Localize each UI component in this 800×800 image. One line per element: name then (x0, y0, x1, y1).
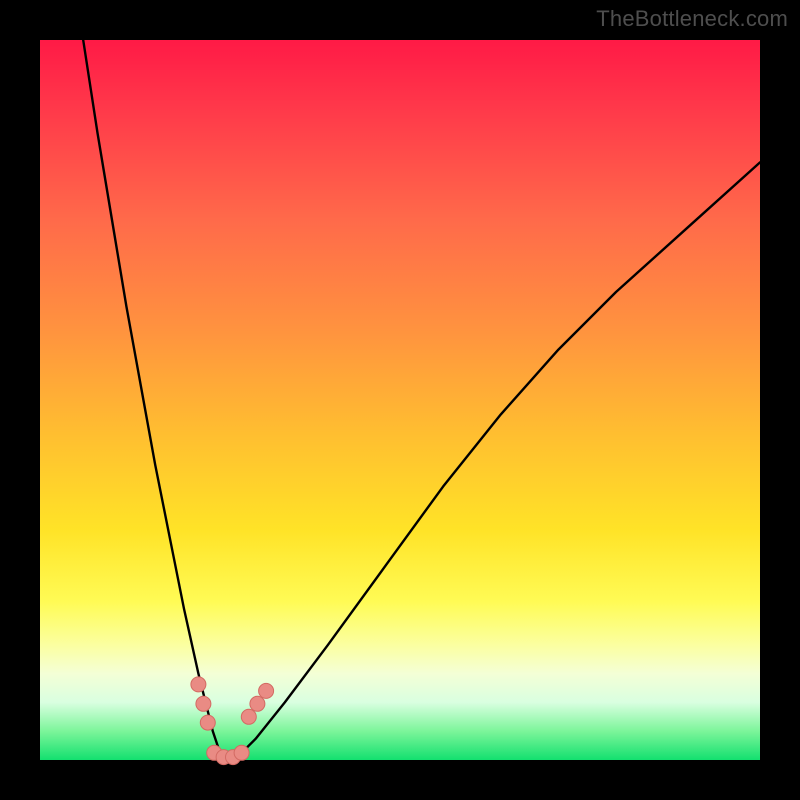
marker-dot (191, 677, 206, 692)
watermark-text: TheBottleneck.com (596, 6, 788, 32)
marker-dot (200, 715, 215, 730)
curve-markers (191, 677, 274, 765)
bottleneck-curve (83, 40, 760, 760)
marker-dot (250, 696, 265, 711)
plot-area (40, 40, 760, 760)
curve-layer (40, 40, 760, 760)
chart-frame: TheBottleneck.com (0, 0, 800, 800)
marker-dot (234, 745, 249, 760)
marker-dot (196, 696, 211, 711)
marker-dot (241, 709, 256, 724)
marker-dot (259, 683, 274, 698)
